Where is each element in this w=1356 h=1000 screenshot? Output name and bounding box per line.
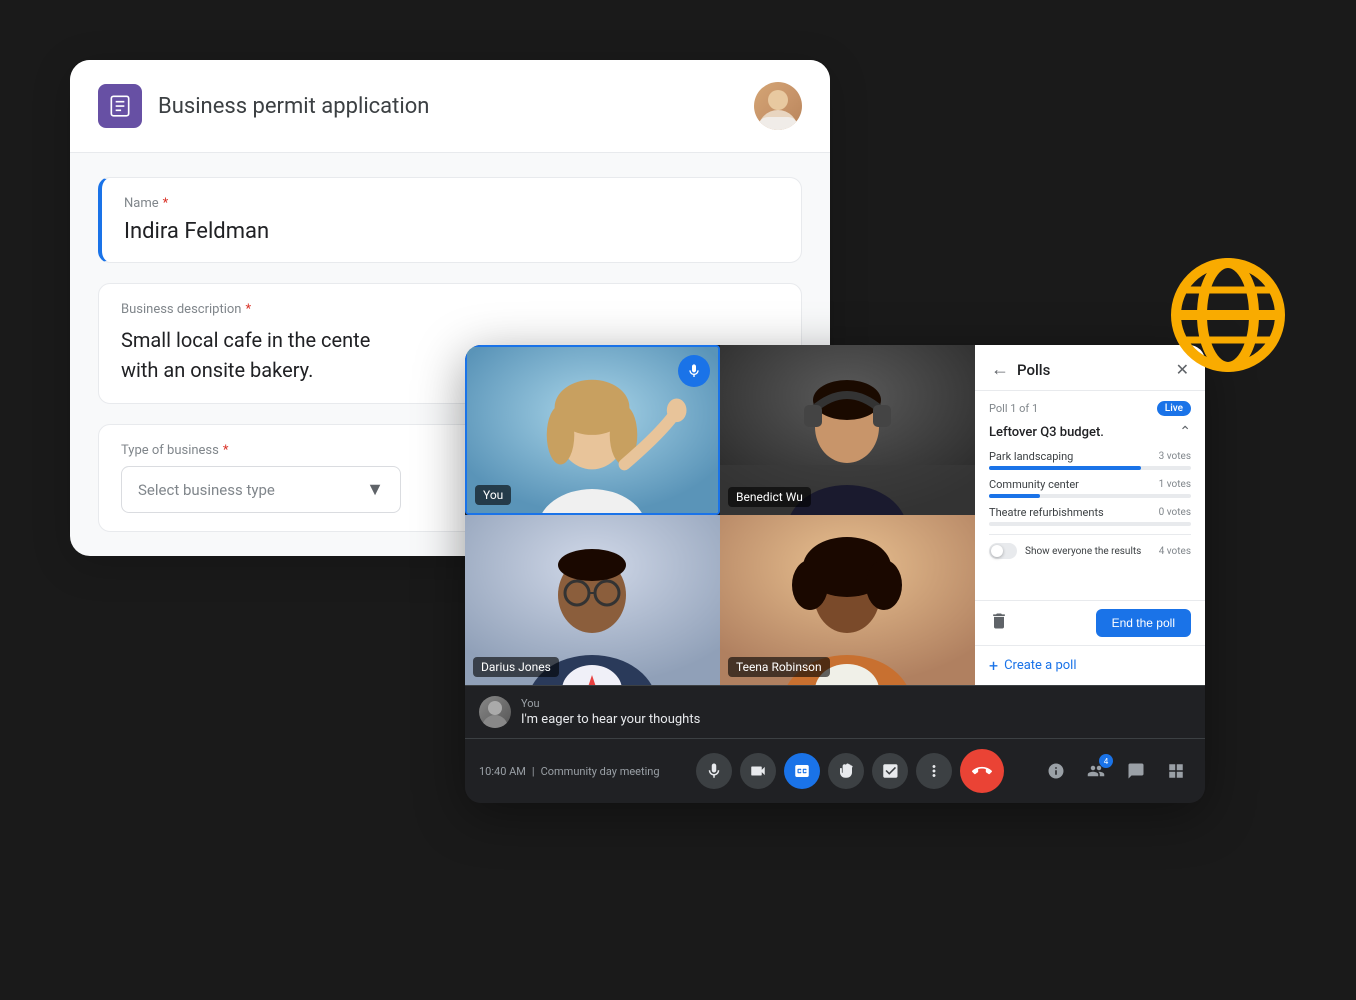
poll-option-label-3: Theatre refurbishments: [989, 506, 1104, 519]
polls-title: Polls: [1017, 361, 1050, 379]
name-value: Indira Feldman: [124, 219, 779, 244]
business-type-placeholder: Select business type: [138, 481, 275, 499]
activities-button[interactable]: [872, 753, 908, 789]
polls-actions: End the poll: [975, 600, 1205, 645]
required-star-2: *: [245, 302, 251, 317]
business-description-label: Business description *: [121, 302, 779, 317]
meeting-time: 10:40 AM: [479, 765, 526, 778]
meeting-name: Community day meeting: [541, 765, 660, 778]
video-cell-teena: Teena Robinson: [720, 515, 975, 685]
required-star: *: [163, 196, 169, 211]
poll-option-label-1: Park landscaping: [989, 450, 1073, 463]
poll-bar-bg-3: [989, 522, 1191, 526]
end-poll-button[interactable]: End the poll: [1096, 609, 1191, 637]
chat-area: You I'm eager to hear your thoughts: [465, 685, 1205, 738]
mic-active-btn[interactable]: [678, 355, 710, 387]
create-poll-label: Create a poll: [1004, 658, 1076, 673]
controls-left: 10:40 AM | Community day meeting: [479, 765, 660, 778]
poll-question: Leftover Q3 budget. ⌃: [989, 424, 1191, 440]
poll-bar-fill-2: [989, 494, 1040, 498]
form-title: Business permit application: [158, 94, 429, 119]
poll-divider: [989, 534, 1191, 535]
video-container: You: [465, 345, 1205, 685]
polls-header-left: ← Polls: [991, 359, 1050, 380]
chat-button[interactable]: [1121, 756, 1151, 786]
participants-count: 4: [1099, 754, 1113, 768]
poll-option-1: Park landscaping 3 votes: [989, 450, 1191, 470]
form-header-left: Business permit application: [98, 84, 429, 128]
delete-poll-button[interactable]: [989, 611, 1009, 636]
controls-right: 4: [1041, 756, 1191, 786]
polls-panel: ← Polls ✕ Poll 1 of 1 Live Leftover Q3 b…: [975, 345, 1205, 685]
live-badge: Live: [1157, 401, 1191, 416]
mic-button[interactable]: [696, 753, 732, 789]
chat-sender: You: [521, 697, 1191, 710]
video-call-card: You: [465, 345, 1205, 803]
poll-votes-2: 1 votes: [1159, 479, 1191, 490]
captions-button[interactable]: [784, 753, 820, 789]
end-call-button[interactable]: [960, 749, 1004, 793]
raise-hand-button[interactable]: [828, 753, 864, 789]
show-results-votes: 4 votes: [1159, 546, 1191, 557]
poll-option-2: Community center 1 votes: [989, 478, 1191, 498]
video-controls-bar: 10:40 AM | Community day meeting: [465, 738, 1205, 803]
participant-name-darius: Darius Jones: [473, 657, 559, 677]
camera-button[interactable]: [740, 753, 776, 789]
show-results-row: Show everyone the results 4 votes: [989, 543, 1191, 559]
show-results-toggle[interactable]: [989, 543, 1017, 559]
poll-page: Poll 1 of 1: [989, 402, 1038, 415]
participant-name-benedict: Benedict Wu: [728, 487, 811, 507]
participant-name-you: You: [475, 485, 511, 505]
toggle-knob: [991, 545, 1003, 557]
grid-view-button[interactable]: [1161, 756, 1191, 786]
chat-message: I'm eager to hear your thoughts: [521, 712, 1191, 727]
participants-button[interactable]: 4: [1081, 756, 1111, 786]
poll-option-3: Theatre refurbishments 0 votes: [989, 506, 1191, 526]
video-grid: You: [465, 345, 975, 685]
create-poll-plus-icon: +: [989, 656, 998, 675]
chat-bubble: You I'm eager to hear your thoughts: [521, 697, 1191, 727]
form-header: Business permit application: [70, 60, 830, 153]
chevron-down-icon: ▼: [366, 479, 384, 500]
business-type-select[interactable]: Select business type ▼: [121, 466, 401, 513]
name-field[interactable]: Name * Indira Feldman: [98, 177, 802, 263]
participant-name-teena: Teena Robinson: [728, 657, 830, 677]
polls-body: Poll 1 of 1 Live Leftover Q3 budget. ⌃ P…: [975, 391, 1205, 600]
video-cell-benedict: Benedict Wu: [720, 345, 975, 515]
poll-bar-bg-2: [989, 494, 1191, 498]
poll-bar-fill-1: [989, 466, 1141, 470]
video-cell-you: You: [465, 345, 720, 515]
required-star-3: *: [223, 443, 229, 458]
name-label: Name *: [124, 196, 779, 211]
poll-votes-3: 0 votes: [1159, 507, 1191, 518]
video-cell-darius: Darius Jones: [465, 515, 720, 685]
create-poll-row[interactable]: + Create a poll: [975, 645, 1205, 685]
globe-icon: [1168, 255, 1288, 375]
show-results-label: Show everyone the results: [1025, 546, 1151, 557]
chat-avatar: [479, 696, 511, 728]
poll-meta: Poll 1 of 1 Live: [989, 401, 1191, 416]
poll-votes-1: 3 votes: [1159, 451, 1191, 462]
user-avatar: [754, 82, 802, 130]
globe-svg: [1168, 255, 1288, 375]
poll-bar-bg-1: [989, 466, 1191, 470]
controls-center: [696, 749, 1004, 793]
form-icon: [98, 84, 142, 128]
more-options-button[interactable]: [916, 753, 952, 789]
info-button[interactable]: [1041, 756, 1071, 786]
polls-back-button[interactable]: ←: [991, 359, 1009, 380]
poll-option-label-2: Community center: [989, 478, 1079, 491]
